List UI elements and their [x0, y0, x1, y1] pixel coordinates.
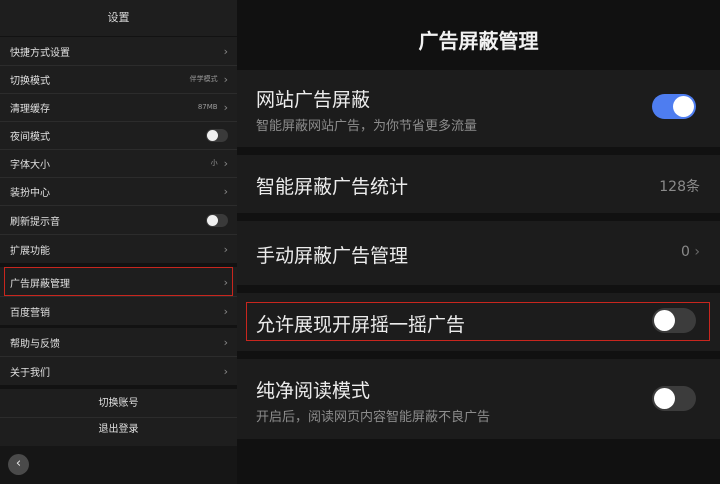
row-subtitle: 智能屏蔽网站广告，为你节省更多流量	[256, 119, 478, 134]
chevron-right-icon: ›	[223, 44, 228, 58]
settings-item-baidu-marketing[interactable]: 百度营销 ›	[0, 297, 237, 325]
settings-item-value: 伴学模式	[189, 75, 218, 83]
settings-item-clear-cache[interactable]: 清理缓存 87MB ›	[0, 93, 237, 121]
settings-item-label: 刷新提示音	[10, 216, 60, 228]
chevron-right-icon: ›	[223, 156, 228, 170]
settings-item-label: 夜间模式	[10, 131, 50, 143]
toggle-knob	[673, 96, 694, 117]
refresh-sound-toggle[interactable]	[206, 213, 228, 227]
switch-account-button[interactable]: 切换账号	[0, 390, 237, 418]
settings-item-label: 切换模式	[10, 75, 50, 87]
ad-block-stats-row[interactable]: 智能屏蔽广告统计 128条	[237, 155, 720, 213]
chevron-right-icon: ›	[694, 244, 700, 260]
toggle-knob	[654, 388, 675, 409]
settings-item-theme-center[interactable]: 装扮中心 ›	[0, 177, 237, 205]
settings-item-help[interactable]: 帮助与反馈 ›	[0, 328, 237, 356]
settings-item-switch-mode[interactable]: 切换模式 伴学模式 ›	[0, 65, 237, 93]
chevron-right-icon: ›	[223, 304, 228, 318]
row-title: 手动屏蔽广告管理	[256, 245, 409, 267]
settings-item-label: 关于我们	[10, 367, 50, 379]
settings-item-label: 百度营销	[10, 307, 50, 319]
manual-count: 0	[681, 244, 690, 260]
row-title: 网站广告屏蔽	[256, 89, 371, 111]
website-ad-block-row: 网站广告屏蔽 智能屏蔽网站广告，为你节省更多流量	[237, 70, 720, 147]
chevron-right-icon: ›	[223, 100, 228, 114]
stats-value: 128条	[659, 179, 700, 195]
settings-item-label: 清理缓存	[10, 103, 50, 115]
settings-title: 设置	[107, 11, 130, 24]
selected-item-highlight	[4, 267, 233, 296]
chevron-right-icon: ›	[223, 364, 228, 378]
logout-button[interactable]: 退出登录	[0, 416, 237, 444]
row-title: 智能屏蔽广告统计	[256, 176, 409, 198]
manual-count-value: 0 ›	[681, 244, 700, 260]
night-mode-toggle[interactable]	[206, 128, 228, 142]
settings-item-value: 小	[210, 159, 218, 167]
row-title: 纯净阅读模式	[256, 380, 371, 402]
settings-item-label: 装扮中心	[10, 187, 50, 199]
settings-item-extensions[interactable]: 扩展功能 ›	[0, 235, 237, 263]
section-gap	[0, 385, 237, 389]
website-ad-block-toggle[interactable]	[652, 94, 696, 119]
chevron-left-icon[interactable]: ‹	[8, 454, 29, 475]
settings-item-label: 快捷方式设置	[10, 47, 70, 59]
chevron-right-icon: ›	[223, 184, 228, 198]
row-subtitle: 开启后，阅读网页内容智能屏蔽不良广告	[256, 410, 491, 425]
pure-read-toggle[interactable]	[652, 386, 696, 411]
settings-item-label: 扩展功能	[10, 245, 50, 257]
settings-item-font-size[interactable]: 字体大小 小 ›	[0, 149, 237, 177]
settings-item-shortcuts[interactable]: 快捷方式设置 ›	[0, 37, 237, 65]
bottom-bar	[0, 446, 237, 484]
page-title: 广告屏蔽管理	[418, 29, 539, 53]
chevron-right-icon: ›	[223, 72, 228, 86]
chevron-right-icon: ›	[223, 335, 228, 349]
settings-item-label: 字体大小	[10, 159, 50, 171]
settings-item-value: 87MB	[197, 103, 218, 111]
settings-item-night-mode: 夜间模式	[0, 121, 237, 149]
settings-item-refresh-sound: 刷新提示音	[0, 206, 237, 234]
settings-item-about[interactable]: 关于我们 ›	[0, 357, 237, 385]
pure-read-row: 纯净阅读模式 开启后，阅读网页内容智能屏蔽不良广告	[237, 359, 720, 439]
manual-ad-block-row[interactable]: 手动屏蔽广告管理 0 ›	[237, 221, 720, 285]
selected-row-highlight	[246, 302, 710, 341]
settings-item-label: 帮助与反馈	[10, 338, 60, 350]
chevron-right-icon: ›	[223, 242, 228, 256]
